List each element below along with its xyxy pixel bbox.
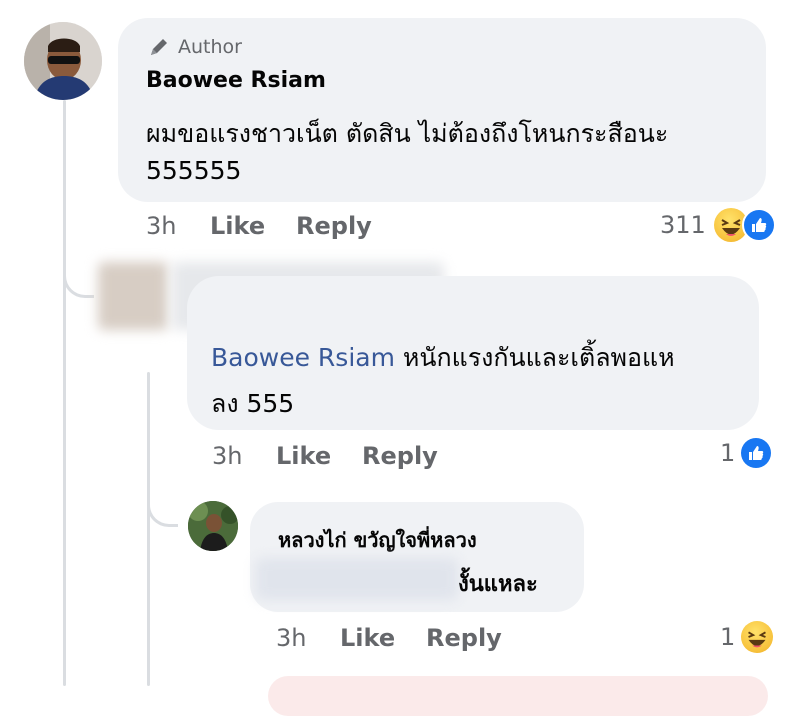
comment-bubble: Author Baowee Rsiam ผมขอแรงชาวเน็ต ตัดสิ… — [118, 18, 766, 202]
user-photo — [188, 501, 238, 551]
reply-text-rest: หนักแรงกันและเติ้ลพอแห — [394, 343, 675, 372]
reply-time[interactable]: 3h — [212, 442, 276, 470]
author-badge: Author — [148, 36, 242, 58]
thread-connector-reply2 — [147, 490, 178, 527]
avatar[interactable] — [24, 22, 102, 100]
comment-author-name[interactable]: Baowee Rsiam — [146, 68, 326, 93]
like-icon — [741, 208, 776, 242]
reply-text: งั้นแหละ — [458, 572, 538, 597]
reply-bubble: หลวงไก่ ขวัญใจพี่หลวง งั้นแหละ — [250, 502, 584, 612]
comment-text-line2: 555555 — [146, 156, 242, 185]
reply-text-line1: Baowee Rsiam หนักแรงกันและเติ้ลพอแห — [211, 338, 675, 378]
comment-time[interactable]: 3h — [146, 212, 210, 240]
comment-text-line1: ผมขอแรงชาวเน็ต ตัดสิน ไม่ต้องถึงโหนกระสื… — [146, 119, 669, 148]
reply-button[interactable]: Reply — [296, 212, 372, 240]
reaction-summary[interactable]: 311 — [660, 208, 776, 242]
like-button[interactable]: Like — [276, 442, 362, 470]
reaction-count: 1 — [720, 439, 736, 467]
like-button[interactable]: Like — [340, 624, 426, 652]
reaction-count: 311 — [660, 211, 706, 239]
blurred-text — [256, 558, 458, 600]
reply-actions: 3h Like Reply — [276, 624, 502, 652]
thread-connector-reply1 — [63, 255, 94, 298]
like-icon — [741, 438, 772, 468]
thread-line-main — [63, 100, 66, 686]
reaction-summary[interactable]: 1 — [720, 621, 774, 653]
reply-button[interactable]: Reply — [426, 624, 502, 652]
thread-line-reply1 — [147, 372, 150, 686]
author-badge-label: Author — [178, 36, 242, 58]
reply-actions: 3h Like Reply — [212, 442, 438, 470]
reply-text-line2: ลง 555 — [211, 389, 295, 418]
blurred-avatar — [98, 262, 168, 330]
comment-actions: 3h Like Reply — [146, 212, 372, 240]
reply-author-name[interactable]: หลวงไก่ ขวัญใจพี่หลวง — [278, 524, 477, 556]
reply-bubble: Baowee Rsiam หนักแรงกันและเติ้ลพอแห ลง 5… — [187, 276, 759, 430]
reaction-summary[interactable]: 1 — [720, 438, 772, 468]
like-button[interactable]: Like — [210, 212, 296, 240]
pencil-icon — [151, 39, 167, 55]
mention-link[interactable]: Baowee Rsiam — [211, 343, 395, 372]
author-photo — [24, 22, 102, 100]
avatar[interactable] — [188, 501, 238, 551]
haha-icon — [741, 621, 774, 653]
reply-time[interactable]: 3h — [276, 624, 340, 652]
reaction-count: 1 — [720, 623, 736, 651]
reply-button[interactable]: Reply — [362, 442, 438, 470]
next-comment-bubble — [268, 676, 768, 716]
